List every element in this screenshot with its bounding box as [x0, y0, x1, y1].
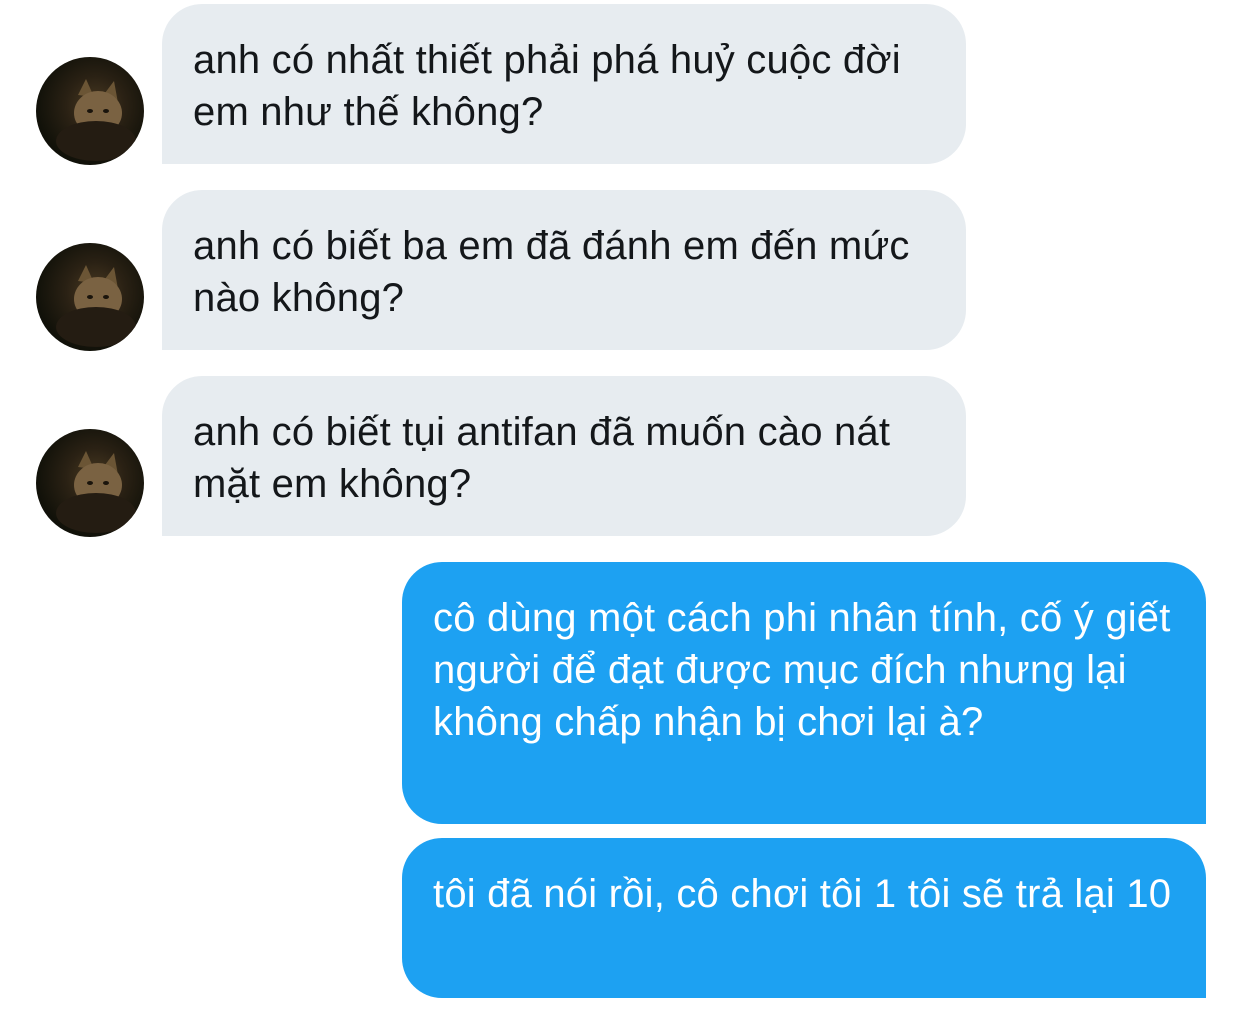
- message-bubble-outgoing[interactable]: cô dùng một cách phi nhân tính, cố ý giế…: [402, 562, 1206, 824]
- sender-avatar[interactable]: [36, 243, 144, 351]
- cat-avatar-icon: [56, 265, 136, 347]
- message-bubble-incoming[interactable]: anh có biết ba em đã đánh em đến mức nào…: [162, 190, 966, 350]
- message-text: cô dùng một cách phi nhân tính, cố ý giế…: [433, 596, 1171, 744]
- cat-avatar-icon: [56, 451, 136, 533]
- message-text: anh có biết ba em đã đánh em đến mức nào…: [193, 224, 910, 320]
- sender-avatar[interactable]: [36, 57, 144, 165]
- message-bubble-incoming[interactable]: anh có nhất thiết phải phá huỷ cuộc đời …: [162, 4, 966, 164]
- message-bubble-outgoing[interactable]: tôi đã nói rồi, cô chơi tôi 1 tôi sẽ trả…: [402, 838, 1206, 998]
- cat-avatar-icon: [56, 79, 136, 161]
- sender-avatar[interactable]: [36, 429, 144, 537]
- message-text: tôi đã nói rồi, cô chơi tôi 1 tôi sẽ trả…: [433, 872, 1172, 916]
- message-text: anh có biết tụi antifan đã muốn cào nát …: [193, 410, 891, 506]
- message-bubble-incoming[interactable]: anh có biết tụi antifan đã muốn cào nát …: [162, 376, 966, 536]
- message-text: anh có nhất thiết phải phá huỷ cuộc đời …: [193, 38, 901, 134]
